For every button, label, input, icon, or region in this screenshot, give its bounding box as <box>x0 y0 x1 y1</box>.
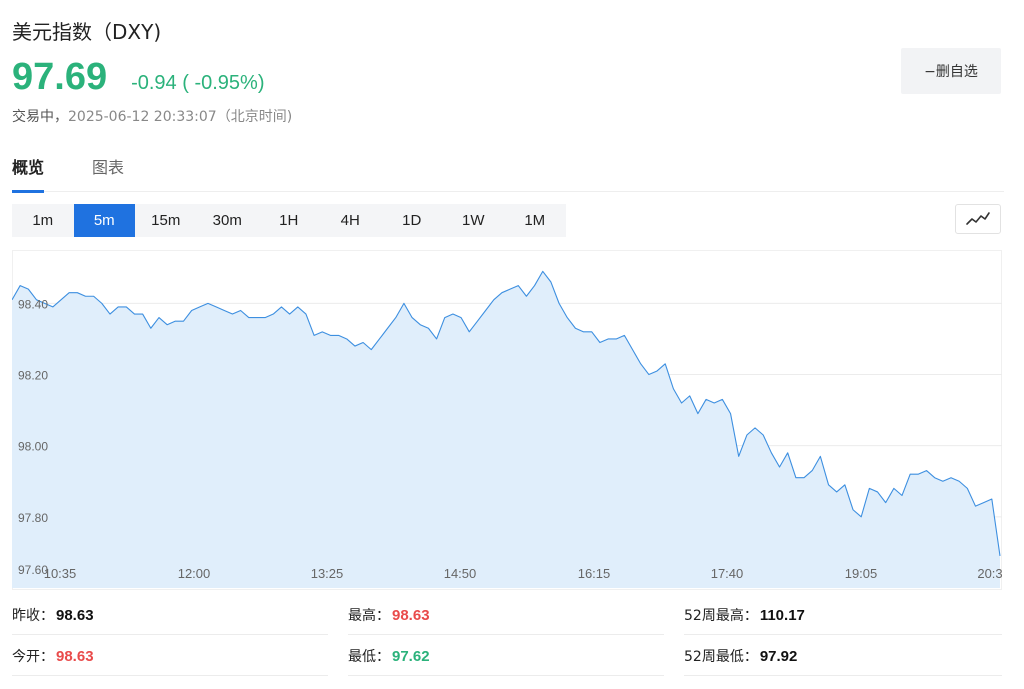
remove-watchlist-button[interactable]: −删自选 <box>901 48 1001 94</box>
y-tick-label: 98.00 <box>18 440 48 454</box>
x-tick-label: 20:3 <box>977 566 1002 581</box>
stat-value: 98.63 <box>56 606 94 624</box>
interval-5m[interactable]: 5m <box>73 204 135 237</box>
stat-label: 昨收： <box>12 608 54 624</box>
stat-label: 52周最低： <box>684 649 758 665</box>
stat-open: 今开： 98.63 <box>12 637 328 676</box>
y-tick-label: 98.40 <box>18 297 48 311</box>
page-title: 美元指数（DXY) <box>12 20 162 44</box>
chart-type-button[interactable] <box>955 204 1001 234</box>
line-chart-icon <box>966 212 990 225</box>
stat-prev-close: 昨收： 98.63 <box>12 596 328 635</box>
tab-overview[interactable]: 概览 <box>12 154 45 193</box>
stat-label: 最低： <box>348 649 390 665</box>
stat-label: 最高： <box>348 608 390 624</box>
stat-label: 今开： <box>12 649 54 665</box>
quote-row: 97.69 -0.94 ( -0.95%) <box>12 56 264 99</box>
interval-1h[interactable]: 1H <box>258 204 320 237</box>
stat-value: 98.63 <box>56 647 94 665</box>
x-tick-label: 10:35 <box>44 566 77 581</box>
quote-timestamp: 2025-06-12 20:33:07（北京时间) <box>68 109 293 125</box>
x-tick-label: 17:40 <box>711 566 744 581</box>
stat-label: 52周最高： <box>684 608 758 624</box>
interval-15m[interactable]: 15m <box>135 204 197 237</box>
stat-value: 110.17 <box>759 606 805 624</box>
x-tick-label: 12:00 <box>178 566 211 581</box>
x-tick-label: 16:15 <box>578 566 611 581</box>
interval-1w[interactable]: 1W <box>443 204 505 237</box>
price-chart[interactable]: 97.60 97.80 98.00 98.20 98.40 10:35 12:00 13:25… <box>11 250 1003 590</box>
trading-status-label: 交易中， <box>12 109 68 125</box>
tab-bar: 概览 图表 <box>12 150 1004 193</box>
interval-4h[interactable]: 4H <box>320 204 382 237</box>
stat-high: 最高： 98.63 <box>348 596 664 635</box>
stat-52w-high: 52周最高： 110.17 <box>684 596 1002 635</box>
price-chart-svg: 97.6097.8098.0098.2098.4010:35 12:00 13:25… <box>11 250 1003 590</box>
x-tick-label: 19:05 <box>845 566 878 581</box>
stat-value: 97.62 <box>392 647 430 665</box>
y-tick-label: 98.20 <box>18 369 48 383</box>
interval-1d[interactable]: 1D <box>381 204 443 237</box>
interval-1mo[interactable]: 1M <box>504 204 566 237</box>
x-tick-label: 14:50 <box>444 566 477 581</box>
stat-value: 98.63 <box>392 606 430 624</box>
current-price: 97.69 <box>12 56 108 98</box>
interval-1m[interactable]: 1m <box>12 204 74 237</box>
price-change: -0.94 ( -0.95%) <box>131 72 265 94</box>
interval-selector: 1m 5m 15m 30m 1H 4H 1D 1W 1M <box>12 204 566 237</box>
trading-status: 交易中，2025-06-12 20:33:07（北京时间) <box>12 106 292 126</box>
tab-chart[interactable]: 图表 <box>92 154 124 190</box>
y-tick-label: 97.80 <box>18 511 48 525</box>
stat-value: 97.92 <box>759 647 798 665</box>
x-tick-label: 13:25 <box>311 566 344 581</box>
interval-30m[interactable]: 30m <box>197 204 259 237</box>
stat-low: 最低： 97.62 <box>348 637 664 676</box>
stat-52w-low: 52周最低： 97.92 <box>684 637 1002 676</box>
